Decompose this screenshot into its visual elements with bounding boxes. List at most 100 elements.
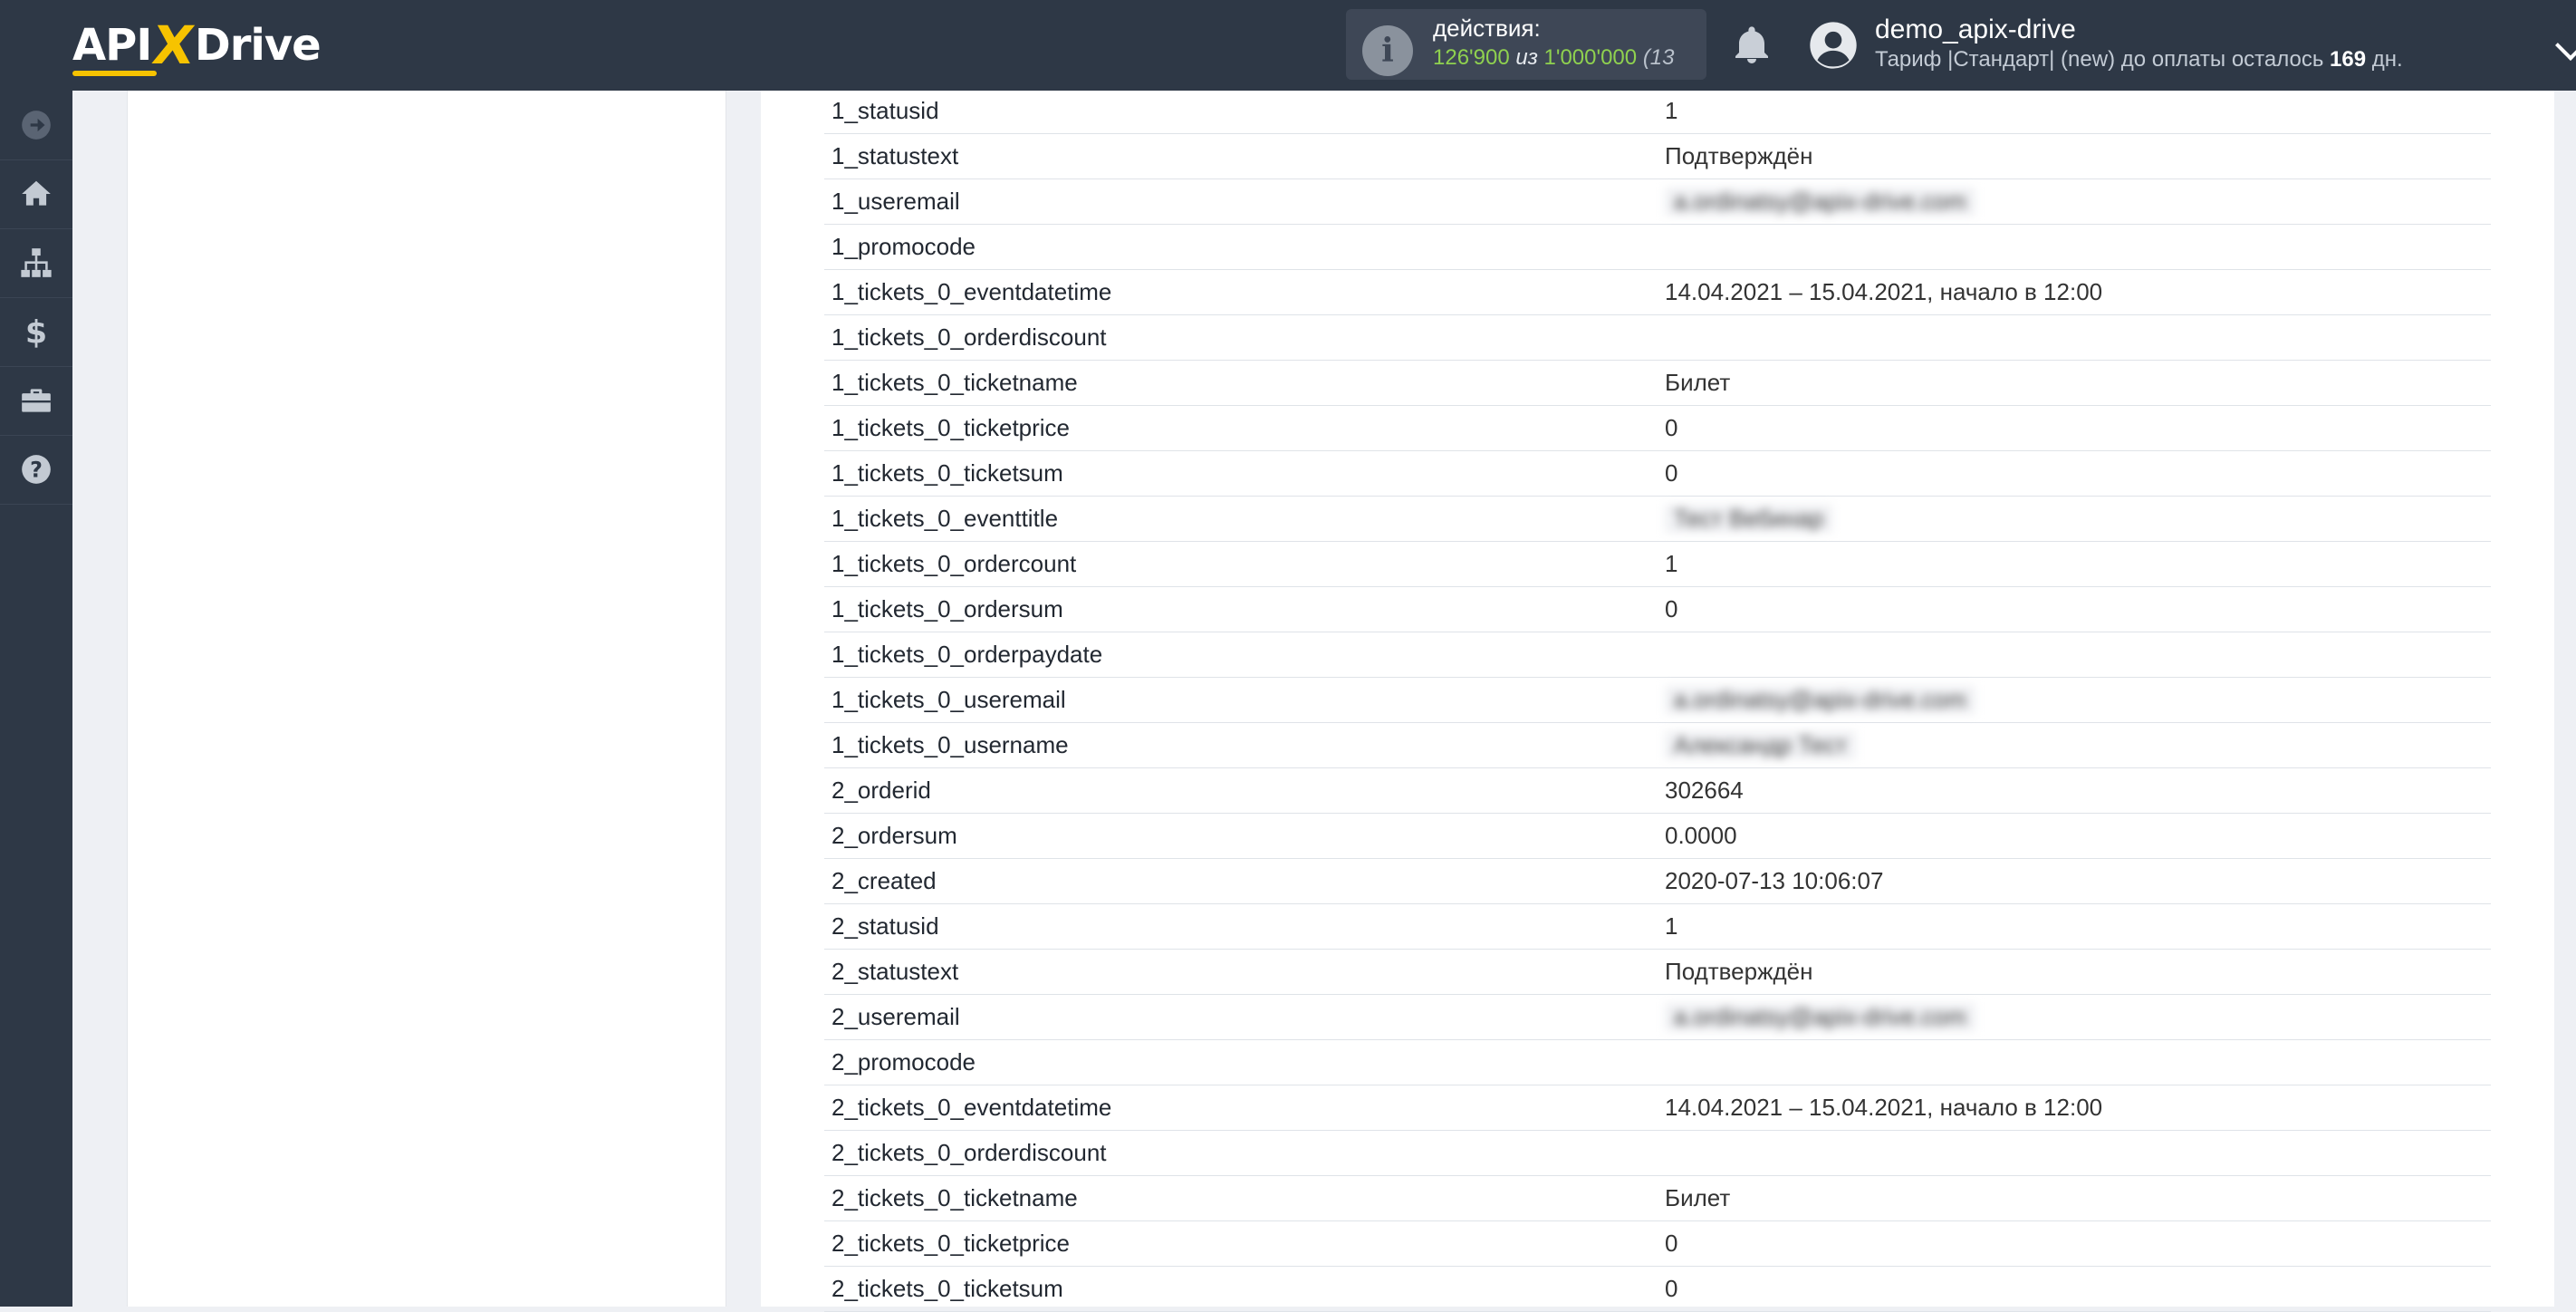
logo-text-right: Drive [194,20,322,71]
sidebar-item-expand[interactable] [0,91,72,160]
info-icon: i [1362,25,1413,76]
field-key: 2_tickets_0_eventdatetime [831,1094,1112,1121]
field-value: 0 [1665,414,1678,441]
table-row: 1_tickets_0_ordercount 1 [824,542,2491,587]
field-value: 1 [1665,912,1678,940]
actions-total: 1'000'000 [1543,45,1638,70]
logo-text-left: API [72,20,158,76]
actions-label: действия: [1433,14,1541,42]
field-value: 14.04.2021 – 15.04.2021, начало в 12:00 [1665,1094,2103,1121]
field-key: 2_statusid [831,912,939,940]
table-row: 1_tickets_0_ticketsum 0 [824,451,2491,497]
field-value-blurred: a.ordinatsy@apix-drive.com [1665,686,1975,714]
table-row: 1_tickets_0_ticketprice 0 [824,406,2491,451]
apix-drive-logo[interactable]: API X Drive [72,14,322,76]
sidebar-item-help[interactable]: ? [0,435,72,505]
field-value: 0 [1665,1230,1678,1257]
briefcase-icon [22,389,51,412]
field-value: 0 [1665,595,1678,622]
table-row: 1_tickets_0_ordersum 0 [824,587,2491,632]
sidebar-item-home[interactable] [0,159,72,229]
field-key: 1_tickets_0_eventtitle [831,505,1059,532]
username[interactable]: demo_apix-drive [1875,14,2076,45]
actions-counter[interactable]: i действия: 126'900 из 1'000'000 (13 [1346,9,1706,80]
field-key: 1_tickets_0_username [831,731,1069,758]
table-row: 1_tickets_0_orderdiscount [824,315,2491,361]
chevron-down-icon[interactable] [2555,30,2576,61]
field-value: 0.0000 [1665,822,1737,849]
sitemap-icon [21,248,52,277]
table-row: 1_useremail a.ordinatsy@apix-drive.com [824,179,2491,225]
table-row: 2_tickets_0_eventdatetime 14.04.2021 – 15… [824,1085,2491,1131]
field-value: Билет [1665,369,1731,396]
field-key: 2_tickets_0_ticketprice [831,1230,1071,1257]
user-avatar-icon[interactable] [1808,20,1859,71]
field-value-blurred: a.ordinatsy@apix-drive.com [1665,188,1975,216]
field-key: 1_statustext [831,142,959,169]
table-row: 2_statusid 1 [824,904,2491,950]
table-row: 1_tickets_0_username Александр Тест [824,723,2491,768]
table-row: 2_promocode [824,1040,2491,1085]
table-row: 2_tickets_0_ticketsum 0 [824,1267,2491,1312]
field-key: 1_tickets_0_ticketprice [831,414,1071,441]
field-key: 2_ordersum [831,822,957,849]
sidebar: $ ? [0,91,72,1307]
field-key: 1_promocode [831,233,976,260]
svg-text:$: $ [25,315,47,349]
table-row: 1_tickets_0_eventtitle Тест Вебинар [824,497,2491,542]
actions-values: 126'900 из 1'000'000 (13 [1433,45,1696,71]
table-row: 2_orderid 302664 [824,768,2491,814]
field-value: 14.04.2021 – 15.04.2021, начало в 12:00 [1665,278,2103,305]
actions-remaining: (13 [1642,45,1675,70]
field-value: Подтверждён [1665,958,1813,985]
field-key: 2_useremail [831,1003,960,1030]
table-row: 1_tickets_0_orderpaydate [824,632,2491,678]
table-row: 1_promocode [824,225,2491,270]
field-key: 1_tickets_0_orderpaydate [831,641,1103,668]
field-key: 2_statustext [831,958,959,985]
table-row: 1_tickets_0_useremail a.ordinatsy@apix-dr… [824,678,2491,723]
plan-days: 169 [2330,47,2367,72]
field-key: 1_tickets_0_ticketsum [831,459,1063,487]
table-row: 2_ordersum 0.0000 [824,814,2491,859]
field-value: 0 [1665,459,1678,487]
field-key: 1_tickets_0_ordersum [831,595,1063,622]
plan-info: Тариф |Стандарт| (new) до оплаты осталос… [1875,47,2403,72]
data-table: 1_statusid 1 1_statustext Подтверждён 1_user… [824,89,2491,1312]
actions-used: 126'900 [1433,45,1510,70]
sidebar-item-billing[interactable]: $ [0,297,72,367]
field-value: 1 [1665,97,1678,124]
table-row: 2_tickets_0_orderdiscount [824,1131,2491,1176]
field-key: 2_tickets_0_ticketname [831,1184,1078,1211]
field-value: 2020-07-13 10:06:07 [1665,867,1884,894]
table-row: 1_tickets_0_ticketname Билет [824,361,2491,406]
sidebar-item-connections[interactable] [0,228,72,298]
field-value-blurred: Тест Вебинар [1665,505,1833,533]
field-key: 1_statusid [831,97,939,124]
field-key: 1_useremail [831,188,960,215]
field-key: 2_orderid [831,777,931,804]
field-value: 302664 [1665,777,1744,804]
field-value: Билет [1665,1184,1731,1211]
svg-text:?: ? [30,458,43,483]
help-icon: ? [22,455,51,484]
table-row: 1_tickets_0_eventdatetime 14.04.2021 – 15… [824,270,2491,315]
field-key: 1_tickets_0_eventdatetime [831,278,1112,305]
main-panel: 1_statusid 1 1_statustext Подтверждён 1_user… [761,91,2554,1312]
field-key: 1_tickets_0_orderdiscount [831,323,1107,351]
field-value: Подтверждён [1665,142,1813,169]
arrow-right-circle-icon [22,111,51,140]
home-icon [22,180,51,206]
actions-of: из [1515,45,1538,70]
bell-icon[interactable] [1730,24,1773,67]
table-row: 2_statustext Подтверждён [824,950,2491,995]
field-key: 1_tickets_0_ordercount [831,550,1077,577]
table-row: 2_tickets_0_ticketprice 0 [824,1221,2491,1267]
field-value: 0 [1665,1275,1678,1302]
sidebar-item-services[interactable] [0,366,72,436]
plan-suffix: дн. [2371,47,2403,72]
table-row: 1_statustext Подтверждён [824,134,2491,179]
field-key: 2_tickets_0_ticketsum [831,1275,1063,1302]
plan-text: Тариф |Стандарт| (new) до оплаты осталос… [1875,47,2324,72]
logo-x: X [149,14,197,76]
